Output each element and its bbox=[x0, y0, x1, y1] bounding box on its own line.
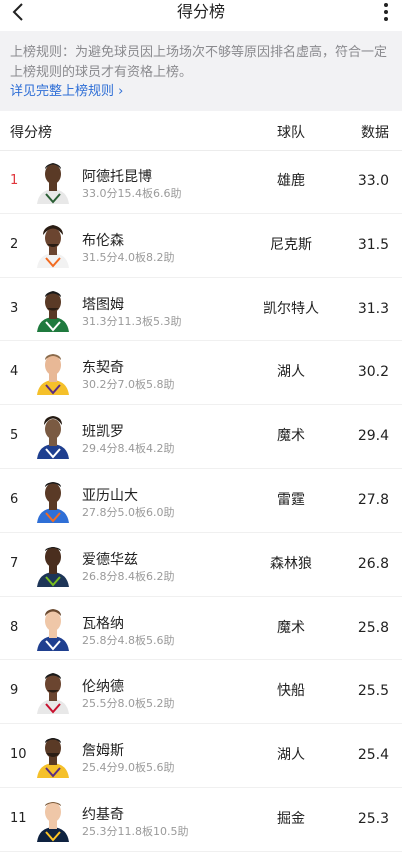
player-avatar bbox=[37, 163, 69, 204]
player-stats: 27.8分5.0板6.0助 bbox=[82, 505, 175, 519]
player-stats: 25.5分8.0板5.2助 bbox=[82, 697, 175, 711]
player-team: 快船 bbox=[277, 683, 305, 700]
player-name: 班凯罗 bbox=[82, 424, 124, 441]
player-row[interactable]: 6 亚历山大 27.8分5.0板6.0助 雷霆 27.8 bbox=[0, 469, 402, 533]
player-name: 伦纳德 bbox=[82, 679, 124, 696]
player-avatar bbox=[37, 354, 69, 396]
player-rank: 4 bbox=[10, 364, 19, 380]
player-rank: 5 bbox=[10, 428, 19, 444]
player-team: 魔术 bbox=[277, 619, 305, 636]
player-avatar bbox=[37, 673, 69, 715]
player-team: 魔术 bbox=[277, 428, 305, 445]
player-points: 25.4 bbox=[357, 747, 389, 764]
column-team: 球队 bbox=[277, 125, 305, 141]
player-row[interactable]: 3 塔图姆 31.3分11.3板5.3助 凯尔特人 31.3 bbox=[0, 278, 402, 342]
player-rank: 7 bbox=[10, 555, 19, 571]
player-points: 29.4 bbox=[357, 428, 389, 445]
player-stats: 30.2分7.0板5.8助 bbox=[82, 378, 175, 392]
player-row[interactable]: 10 詹姆斯 25.4分9.0板5.6助 湖人 25.4 bbox=[0, 724, 402, 788]
player-avatar bbox=[37, 224, 69, 268]
more-vertical-icon bbox=[384, 3, 388, 21]
player-points: 25.3 bbox=[357, 810, 389, 827]
full-rules-link[interactable]: 详见完整上榜规则 › bbox=[10, 82, 123, 102]
player-points: 31.5 bbox=[357, 236, 389, 253]
table-header: 得分榜 球队 数据 bbox=[0, 116, 402, 151]
player-stats: 31.3分11.3板5.3助 bbox=[82, 314, 182, 328]
player-name: 塔图姆 bbox=[82, 296, 124, 313]
player-points: 31.3 bbox=[357, 300, 389, 317]
leaderboard-list: 1 阿德托昆博 33.0分15.4板6.6助 雄鹿 33.0 2 布伦森 31.… bbox=[0, 150, 402, 852]
page-title: 得分榜 bbox=[176, 2, 225, 21]
player-name: 布伦森 bbox=[82, 232, 124, 249]
column-title: 得分榜 bbox=[10, 125, 52, 141]
player-row[interactable]: 5 班凯罗 29.4分8.4板4.2助 魔术 29.4 bbox=[0, 405, 402, 469]
player-avatar bbox=[37, 481, 69, 523]
top-bar: 得分榜 bbox=[0, 0, 402, 24]
ranking-rules-notice: 上榜规则：为避免球员因上场场次不够等原因排名虚高，符合一定上榜规则的球员才有资格… bbox=[0, 31, 402, 111]
player-points: 27.8 bbox=[357, 491, 389, 508]
player-points: 30.2 bbox=[357, 364, 389, 381]
player-stats: 29.4分8.4板4.2助 bbox=[82, 442, 175, 456]
player-stats: 31.5分4.0板8.2助 bbox=[82, 250, 175, 264]
player-row[interactable]: 11 约基奇 25.3分11.8板10.5助 掘金 25.3 bbox=[0, 788, 402, 852]
player-team: 湖人 bbox=[277, 747, 305, 764]
player-team: 凯尔特人 bbox=[263, 300, 319, 317]
player-rank: 10 bbox=[10, 747, 27, 763]
player-name: 瓦格纳 bbox=[82, 615, 124, 632]
player-row[interactable]: 7 爱德华兹 26.8分8.4板6.2助 森林狼 26.8 bbox=[0, 533, 402, 597]
player-name: 亚历山大 bbox=[82, 487, 138, 504]
player-stats: 26.8分8.4板6.2助 bbox=[82, 569, 175, 583]
player-stats: 25.4分9.0板5.6助 bbox=[82, 761, 175, 775]
player-avatar bbox=[37, 290, 69, 332]
player-name: 爱德华兹 bbox=[82, 551, 138, 568]
player-avatar bbox=[37, 546, 69, 587]
player-row[interactable]: 4 东契奇 30.2分7.0板5.8助 湖人 30.2 bbox=[0, 341, 402, 406]
player-points: 33.0 bbox=[357, 173, 389, 189]
player-team: 雷霆 bbox=[277, 491, 305, 508]
player-stats: 33.0分15.4板6.6助 bbox=[82, 187, 182, 200]
player-rank: 3 bbox=[10, 300, 19, 316]
player-rank: 6 bbox=[10, 491, 19, 507]
player-name: 阿德托昆博 bbox=[82, 169, 152, 185]
player-rank: 9 bbox=[10, 683, 19, 699]
player-name: 詹姆斯 bbox=[82, 743, 124, 760]
player-team: 雄鹿 bbox=[277, 173, 305, 189]
player-name: 约基奇 bbox=[82, 806, 124, 823]
player-avatar bbox=[37, 608, 69, 651]
rules-text: 上榜规则：为避免球员因上场场次不够等原因排名虚高，符合一定上榜规则的球员才有资格… bbox=[10, 45, 388, 80]
player-points: 25.8 bbox=[357, 619, 389, 636]
player-points: 25.5 bbox=[357, 683, 389, 700]
player-avatar bbox=[37, 416, 69, 460]
player-points: 26.8 bbox=[357, 555, 389, 572]
player-avatar bbox=[37, 801, 69, 842]
player-row[interactable]: 8 瓦格纳 25.8分4.8板5.6助 魔术 25.8 bbox=[0, 597, 402, 661]
player-team: 掘金 bbox=[277, 810, 305, 827]
column-data: 数据 bbox=[361, 125, 389, 141]
player-rank: 11 bbox=[10, 810, 27, 826]
more-button[interactable] bbox=[374, 0, 398, 24]
player-row[interactable]: 1 阿德托昆博 33.0分15.4板6.6助 雄鹿 33.0 bbox=[0, 150, 402, 214]
player-avatar bbox=[37, 738, 69, 779]
player-rank: 8 bbox=[10, 619, 19, 635]
player-rank: 2 bbox=[10, 236, 19, 252]
player-team: 尼克斯 bbox=[270, 236, 312, 253]
player-name: 东契奇 bbox=[82, 360, 124, 377]
player-rank: 1 bbox=[10, 173, 19, 188]
player-stats: 25.8分4.8板5.6助 bbox=[82, 633, 175, 647]
player-team: 森林狼 bbox=[270, 555, 312, 572]
player-row[interactable]: 9 伦纳德 25.5分8.0板5.2助 快船 25.5 bbox=[0, 660, 402, 725]
player-row[interactable]: 2 布伦森 31.5分4.0板8.2助 尼克斯 31.5 bbox=[0, 214, 402, 278]
player-team: 湖人 bbox=[277, 364, 305, 381]
